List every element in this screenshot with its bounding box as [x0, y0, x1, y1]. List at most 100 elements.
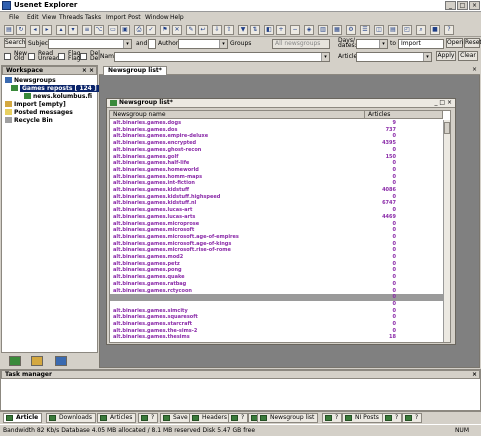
menu-window[interactable]: Window	[145, 14, 169, 21]
find-icon[interactable]: ⌕	[416, 25, 426, 35]
search-button[interactable]: Search	[4, 38, 26, 48]
groups-field[interactable]: All newsgroups	[272, 39, 330, 49]
workspace-header: Workspace × ×	[2, 66, 97, 75]
col-newsgroup-name[interactable]: Newsgroup name	[110, 111, 365, 119]
folders-view-icon[interactable]	[31, 356, 43, 366]
thread-icon[interactable]: ⌥	[94, 25, 104, 35]
taskbar-unknown-5[interactable]: ?	[382, 413, 403, 423]
view-icon[interactable]: ◧	[264, 25, 274, 35]
toolbar: ▤ ↻ ◂ ▸ ▴ ▾ ≡ ⌥ ▭ ▣ ⎙ ✓ ⚑ ✕ ✎ ↩ ⇩ ⇧ ▼ ⇅ …	[0, 23, 481, 37]
menu-edit[interactable]: Edit	[27, 14, 39, 21]
new-old-checkbox[interactable]	[4, 53, 11, 60]
task-manager-close-icon[interactable]: ×	[472, 371, 477, 378]
taskbar-save[interactable]: Save	[160, 413, 192, 423]
date-from-field[interactable]: ▾	[356, 39, 388, 49]
taskbar-posts[interactable]: NI Posts	[342, 413, 383, 423]
menu-help[interactable]: Help	[170, 14, 184, 21]
menu-threads[interactable]: Threads	[59, 14, 83, 21]
flag-icon[interactable]: ⚑	[160, 25, 170, 35]
taskbar-unknown-1[interactable]: ?	[138, 413, 159, 423]
about-icon[interactable]: ?	[444, 25, 454, 35]
down-icon[interactable]: ▾	[68, 25, 78, 35]
scroll-thumb[interactable]	[444, 122, 450, 134]
menu-tasks[interactable]: Tasks	[85, 14, 101, 21]
read-unread-checkbox[interactable]	[28, 53, 35, 60]
taskbar-unknown-2[interactable]: ?	[228, 413, 249, 423]
server-icon[interactable]: ▦	[332, 25, 342, 35]
window-icon[interactable]: ◫	[374, 25, 384, 35]
open-icon[interactable]: ▤	[4, 25, 14, 35]
tree-posted-messages[interactable]: Posted messages	[5, 109, 73, 116]
tree-newsgroups[interactable]: Newsgroups	[5, 77, 56, 84]
taskbar-unknown-4[interactable]: ?	[322, 413, 343, 423]
reply-icon[interactable]: ↩	[198, 25, 208, 35]
vertical-scrollbar[interactable]	[443, 120, 450, 342]
cascade-icon[interactable]: ◰	[402, 25, 412, 35]
articles-field[interactable]: ▾	[356, 52, 432, 62]
menu-import[interactable]: Import	[106, 14, 126, 21]
sort-icon[interactable]: ⇅	[250, 25, 260, 35]
taskbar-headers[interactable]: Headers	[189, 413, 231, 423]
tab-newsgroup-list[interactable]: Newsgroup list*	[103, 66, 167, 75]
title-bar: Usenet Explorer _ □ ×	[0, 0, 481, 12]
delete-icon[interactable]: ✕	[172, 25, 182, 35]
list-icon[interactable]: ≡	[82, 25, 92, 35]
folder-icon[interactable]: ▭	[108, 25, 118, 35]
del-checkbox[interactable]	[80, 53, 87, 60]
col-articles[interactable]: Articles	[365, 111, 443, 119]
name-field[interactable]: ▾	[114, 52, 330, 62]
upload-icon[interactable]: ⇧	[224, 25, 234, 35]
table-row[interactable]: alt.binaries.games.thesims 18	[110, 334, 443, 341]
filter-icon[interactable]: ▼	[238, 25, 248, 35]
taskbar-articles[interactable]: Articles	[97, 413, 137, 423]
forward-icon[interactable]: ▸	[42, 25, 52, 35]
taskbar-article[interactable]: Article	[3, 413, 43, 423]
tree-news-kolumbus[interactable]: news.kolumbus.fi	[24, 93, 92, 100]
newsgroup-icon[interactable]: ◈	[304, 25, 314, 35]
up-icon[interactable]: ▴	[56, 25, 66, 35]
newsgroups-view-icon[interactable]	[9, 356, 21, 366]
menu-post[interactable]: Post	[128, 14, 141, 21]
refresh-icon[interactable]: ↻	[16, 25, 26, 35]
download-icon[interactable]: ⇩	[212, 25, 222, 35]
tree-import[interactable]: Import [empty]	[5, 101, 66, 108]
tree-games-reposts[interactable]: Games reposts [ 124 ]	[11, 85, 99, 92]
collapse-icon[interactable]: −	[290, 25, 300, 35]
and-combo[interactable]	[148, 39, 156, 49]
back-icon[interactable]: ◂	[30, 25, 40, 35]
tile-icon[interactable]: ▤	[388, 25, 398, 35]
workspace-panel: Workspace × × Newsgroups Games reposts [ …	[1, 65, 99, 368]
tab-close-icon[interactable]: ×	[472, 66, 477, 73]
tree-recycle-bin[interactable]: Recycle Bin	[5, 117, 53, 124]
minimize-button[interactable]: _	[445, 1, 456, 10]
author-field[interactable]: ▾	[178, 39, 228, 49]
expand-icon[interactable]: +	[276, 25, 286, 35]
taskbar-downloads[interactable]: Downloads	[46, 413, 96, 423]
app-title: Usenet Explorer	[14, 1, 78, 9]
mark-icon[interactable]: ✓	[146, 25, 156, 35]
menu-file[interactable]: File	[9, 14, 19, 21]
post-icon[interactable]: ✎	[186, 25, 196, 35]
workspace-close-icon[interactable]: × ×	[82, 67, 94, 74]
clear-button[interactable]: Clear	[458, 51, 478, 61]
save-icon[interactable]: ▣	[120, 25, 130, 35]
task-icon[interactable]: ☰	[360, 25, 370, 35]
menu-view[interactable]: View	[42, 14, 56, 21]
taskbar-newsgroup-list[interactable]: Newsgroup list	[257, 413, 319, 423]
print-icon[interactable]: ⎙	[134, 25, 144, 35]
reset-button[interactable]: Reset	[464, 38, 481, 48]
open-button[interactable]: Open	[446, 38, 463, 48]
import-field[interactable]: Import	[398, 39, 444, 49]
binary-icon[interactable]: ▥	[318, 25, 328, 35]
taskbar-unknown-6[interactable]: ?	[402, 413, 423, 423]
settings-icon[interactable]: ⚙	[346, 25, 356, 35]
subject-field[interactable]: ▾	[48, 39, 132, 49]
task-manager-title: Task manager	[5, 371, 52, 378]
stop-icon[interactable]: ■	[430, 25, 440, 35]
web-view-icon[interactable]	[55, 356, 67, 366]
flag-checkbox[interactable]	[58, 53, 65, 60]
child-window-controls-icon[interactable]: _ □ ×	[434, 99, 452, 106]
apply-button[interactable]: Apply	[436, 51, 456, 61]
maximize-button[interactable]: □	[457, 1, 468, 10]
close-button[interactable]: ×	[469, 1, 480, 10]
